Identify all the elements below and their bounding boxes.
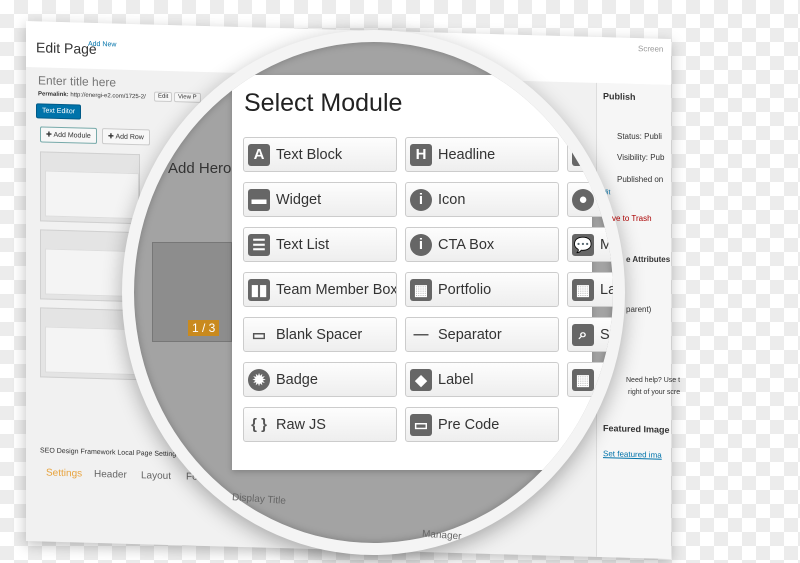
- module-label: Text List: [276, 236, 330, 253]
- module-label: B: [600, 191, 610, 208]
- view-page-button[interactable]: View P: [174, 92, 201, 103]
- tab-header[interactable]: Header: [94, 469, 127, 481]
- braces-icon: { }: [251, 416, 267, 433]
- module-text-block[interactable]: A Text Block: [243, 137, 397, 172]
- module-ser[interactable]: ⌕ Ser: [567, 317, 623, 352]
- module-text-list[interactable]: ☰ Text List: [243, 227, 397, 262]
- permalink-edit-button[interactable]: Edit: [154, 91, 173, 103]
- module-label: Me: [600, 236, 621, 253]
- permalink: Permalink: http://energi-e2.com/1725-2/: [38, 91, 146, 101]
- module-me[interactable]: 💬 Me: [567, 227, 621, 262]
- module-label: Raw JS: [276, 416, 326, 433]
- module-widget[interactable]: ▬ Widget: [243, 182, 397, 217]
- add-row-button[interactable]: ✚ Add Row: [102, 128, 150, 146]
- team-icon: ▮▮: [248, 278, 270, 301]
- widget-icon: ▬: [248, 188, 270, 211]
- add-hero-button[interactable]: Add Hero: [168, 160, 231, 177]
- A-icon: A: [248, 143, 270, 166]
- module-raw-js[interactable]: { } Raw JS: [243, 407, 397, 442]
- module-pre-code[interactable]: ▭ Pre Code: [405, 407, 559, 442]
- add-module-button[interactable]: ✚ Add Module: [40, 126, 97, 144]
- module-label[interactable]: ◆ Label: [405, 362, 559, 397]
- module-label: Label: [438, 371, 474, 388]
- tag-icon: ◆: [410, 368, 432, 391]
- magnifier: Add Hero 1 / 3 Select Module A Text Block…: [122, 30, 625, 555]
- tab-layout[interactable]: Layout: [141, 470, 171, 482]
- button-icon: ●: [572, 188, 594, 211]
- search-icon: ⌕: [572, 323, 594, 346]
- grid-icon: ▦: [410, 278, 432, 301]
- module-label: Separator: [438, 326, 502, 343]
- settings-title: SEO Design Framework Local Page Settings: [40, 447, 180, 459]
- module-label: Team Member Box: [276, 281, 397, 298]
- module-icon[interactable]: i Icon: [405, 182, 559, 217]
- module-label: Blank Spacer: [276, 326, 363, 343]
- module-label: Icon: [438, 191, 466, 208]
- separator-icon: —: [413, 326, 429, 343]
- module-label: Pre Code: [438, 416, 500, 433]
- module-label: CTA Box: [438, 236, 495, 253]
- module-label: Widget: [276, 191, 322, 208]
- i-icon: i: [410, 188, 432, 211]
- module-badge[interactable]: ✹ Badge: [243, 362, 397, 397]
- module-cta-box[interactable]: i CTA Box: [405, 227, 559, 262]
- module-late[interactable]: ▦ Late: [567, 272, 621, 307]
- set-featured-image-link[interactable]: Set featured ima: [603, 449, 662, 460]
- spacer-icon: ▭: [251, 326, 267, 344]
- speech-icon: 💬: [572, 233, 594, 256]
- text-editor-tab[interactable]: Text Editor: [36, 103, 82, 120]
- title-input[interactable]: Enter title here: [38, 73, 116, 89]
- H-icon: H: [410, 143, 432, 166]
- i-icon: i: [410, 233, 432, 256]
- badge-icon: ✹: [248, 368, 270, 391]
- publish-title: Publish: [603, 91, 636, 103]
- module-blank-spacer[interactable]: ▭ Blank Spacer: [243, 317, 397, 352]
- module-label: Headline: [438, 146, 496, 163]
- module-team-member-box[interactable]: ▮▮ Team Member Box: [243, 272, 397, 307]
- tab-settings[interactable]: Settings: [46, 468, 82, 480]
- module-separator[interactable]: — Separator: [405, 317, 559, 352]
- module-label: Ser: [600, 326, 623, 343]
- module-label: Badge: [276, 371, 318, 388]
- grid-icon: ▦: [572, 368, 594, 391]
- module-portfolio[interactable]: ▦ Portfolio: [405, 272, 559, 307]
- slide-counter: 1 / 3: [188, 320, 220, 336]
- module-label: Text Block: [276, 146, 343, 163]
- module-label: Late: [600, 281, 621, 298]
- module-label: Portfolio: [438, 281, 492, 298]
- grid-icon: ▦: [572, 278, 594, 301]
- add-new-link[interactable]: Add New: [88, 41, 116, 49]
- screen-options[interactable]: Screen: [638, 44, 663, 54]
- select-module-dialog: Select Module A Text Block H Headline ◉ ▬ Widg…: [232, 75, 613, 470]
- list-icon: ☰: [248, 233, 270, 256]
- camera-icon: ◉: [572, 143, 594, 166]
- dialog-title: Select Module: [244, 89, 403, 117]
- featured-image-title: Featured Image: [603, 423, 670, 435]
- layout-row[interactable]: [40, 151, 140, 225]
- folder-icon: ▭: [410, 413, 432, 436]
- module-headline[interactable]: H Headline: [405, 137, 559, 172]
